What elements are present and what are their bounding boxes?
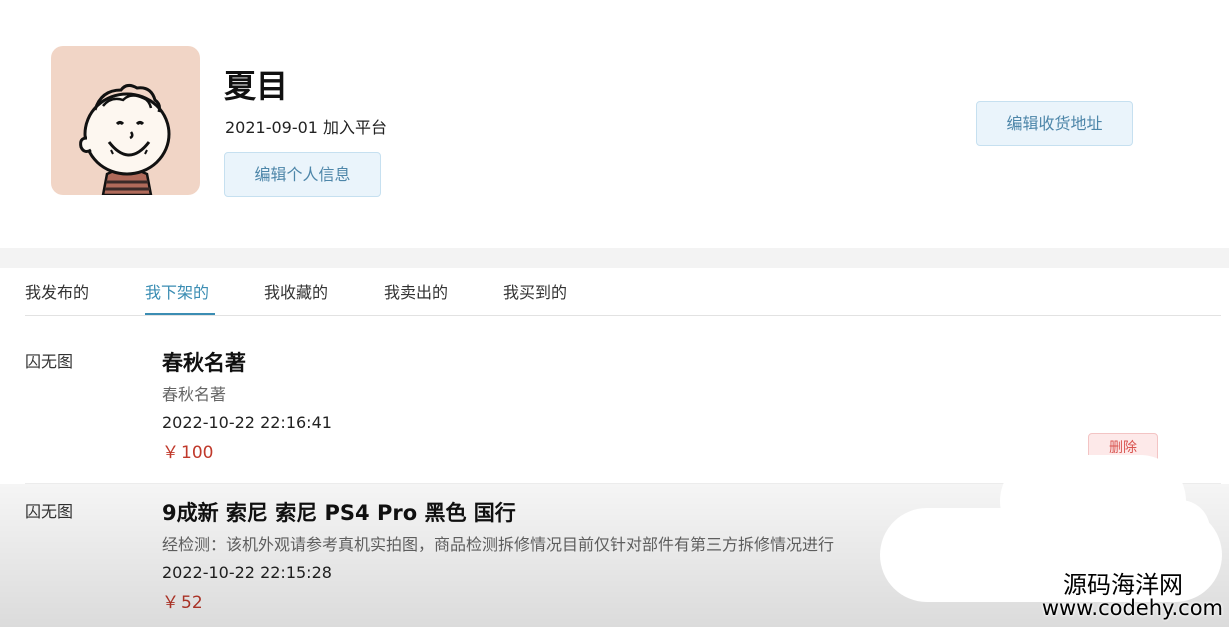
currency-symbol: ￥: [162, 593, 179, 613]
list-item[interactable]: 囚无图 春秋名著 春秋名著 2022-10-22 22:16:41 ￥ 100 删…: [0, 334, 1229, 484]
price-value: 52: [181, 593, 203, 613]
price-value: 100: [181, 443, 214, 463]
item-description: 春秋名著: [162, 385, 227, 404]
join-info: 2021-09-01 加入平台: [225, 117, 392, 139]
cartoon-boy-avatar-icon: [79, 83, 171, 195]
no-image-placeholder: 囚无图: [25, 502, 74, 521]
currency-symbol: ￥: [162, 443, 179, 463]
username: 夏目: [224, 67, 289, 105]
item-price: ￥ 52: [162, 591, 203, 615]
item-title[interactable]: 春秋名著: [162, 348, 246, 378]
delete-button[interactable]: 删除: [1088, 433, 1158, 463]
tab-sold[interactable]: 我卖出的: [384, 282, 448, 304]
join-label: 加入平台: [322, 118, 387, 137]
edit-profile-button[interactable]: 编辑个人信息: [224, 152, 381, 197]
item-price: ￥ 100: [162, 441, 213, 465]
item-time: 2022-10-22 22:15:28: [162, 563, 332, 582]
avatar[interactable]: [51, 46, 200, 195]
section-separator: [0, 248, 1229, 268]
tab-bought[interactable]: 我买到的: [503, 282, 567, 304]
no-image-placeholder: 囚无图: [25, 352, 74, 371]
edit-address-button[interactable]: 编辑收货地址: [976, 101, 1133, 146]
tab-published[interactable]: 我发布的: [25, 282, 89, 304]
tab-favorites[interactable]: 我收藏的: [264, 282, 328, 304]
item-time: 2022-10-22 22:16:41: [162, 413, 332, 432]
tab-bar: 我发布的 我下架的 我收藏的 我卖出的 我买到的: [0, 268, 1229, 316]
profile-header: 夏目 2021-09-01 加入平台 编辑个人信息 编辑收货地址: [0, 0, 1229, 248]
item-description: 经检测：该机外观请参考真机实拍图，商品检测拆修情况目前仅针对部件有第三方拆修情况…: [162, 535, 835, 554]
tabs-divider: [25, 315, 1221, 316]
item-title[interactable]: 9成新 索尼 索尼 PS4 Pro 黑色 国行: [162, 498, 516, 528]
join-date: 2021-09-01: [225, 118, 318, 137]
tab-delisted[interactable]: 我下架的: [145, 282, 209, 304]
watermark-url: www.codehy.com: [1041, 596, 1223, 620]
